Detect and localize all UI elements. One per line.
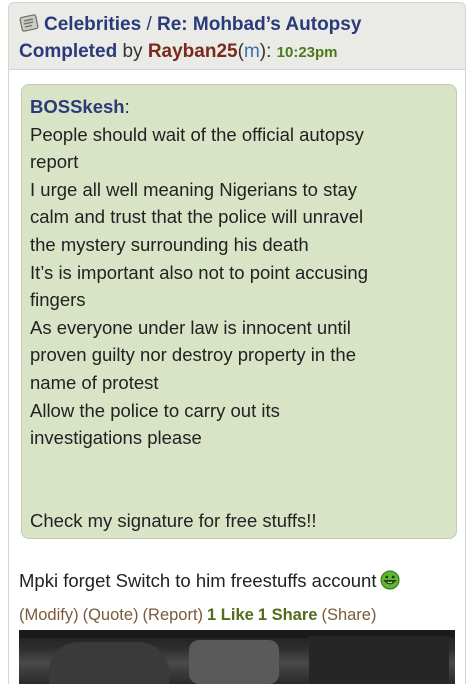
share-link[interactable]: (Share) <box>321 606 376 624</box>
post-header: Celebrities / Re: Mohbad’s Autopsy Comple… <box>8 2 466 70</box>
reply-text: Mpki forget Switch to him freestuffs acc… <box>19 568 459 594</box>
attached-image[interactable] <box>19 630 455 684</box>
quote-author-line: BOSSkesh: <box>30 93 448 121</box>
quote-block: BOSSkesh: People should wait of the offi… <box>21 84 457 539</box>
quote-line: fingers <box>30 289 86 311</box>
quote-line: I urge all well meaning Nigerians to sta… <box>30 178 357 200</box>
quote-link[interactable]: (Quote) <box>83 606 139 624</box>
image-region <box>189 640 279 684</box>
post-time: 10:23pm <box>276 44 338 61</box>
category-icon <box>19 13 39 33</box>
post-actions: (Modify) (Quote) (Report) 1 Like 1 Share (Sha… <box>19 603 459 627</box>
category-link[interactable]: Celebrities <box>44 14 141 35</box>
grin-emoji-icon <box>380 570 400 590</box>
quote-line: proven guilty nor destroy property in th… <box>30 344 356 366</box>
quote-line: Allow the police to carry out its <box>30 399 280 421</box>
quote-line: As everyone under law is innocent until <box>30 316 351 338</box>
quote-line: name of protest <box>30 371 159 393</box>
quote-signature: Check my signature for free stuffs!! <box>30 509 317 531</box>
thread-title-line2: Completed <box>19 41 118 62</box>
quote-line: report <box>30 151 79 173</box>
like-count[interactable]: 1 Like <box>207 606 254 624</box>
breadcrumb-separator: / <box>146 14 152 35</box>
gender-close: ): <box>259 41 272 62</box>
reply-text-content: Mpki forget Switch to him freestuffs acc… <box>19 570 377 591</box>
modify-link[interactable]: (Modify) <box>19 606 79 624</box>
quote-author-suffix: : <box>124 96 130 117</box>
image-region <box>49 642 169 684</box>
author-link[interactable]: Rayban25 <box>148 41 238 62</box>
image-region <box>309 636 449 684</box>
quote-line: People should wait of the official autop… <box>30 123 364 145</box>
gender-label: m <box>243 41 260 62</box>
share-count[interactable]: 1 Share <box>258 606 318 624</box>
by-label: by <box>122 41 143 62</box>
thread-title-line1: Re: Mohbad’s Autopsy <box>157 14 362 35</box>
post-body: BOSSkesh: People should wait of the offi… <box>8 70 466 684</box>
quote-author[interactable]: BOSSkesh <box>30 96 125 117</box>
report-link[interactable]: (Report) <box>143 606 204 624</box>
quote-line: the mystery surrounding his death <box>30 233 309 255</box>
quote-line: It’s is important also not to point accu… <box>30 261 368 283</box>
quote-line: calm and trust that the police will unra… <box>30 206 364 228</box>
quote-line: investigations please <box>30 427 202 449</box>
